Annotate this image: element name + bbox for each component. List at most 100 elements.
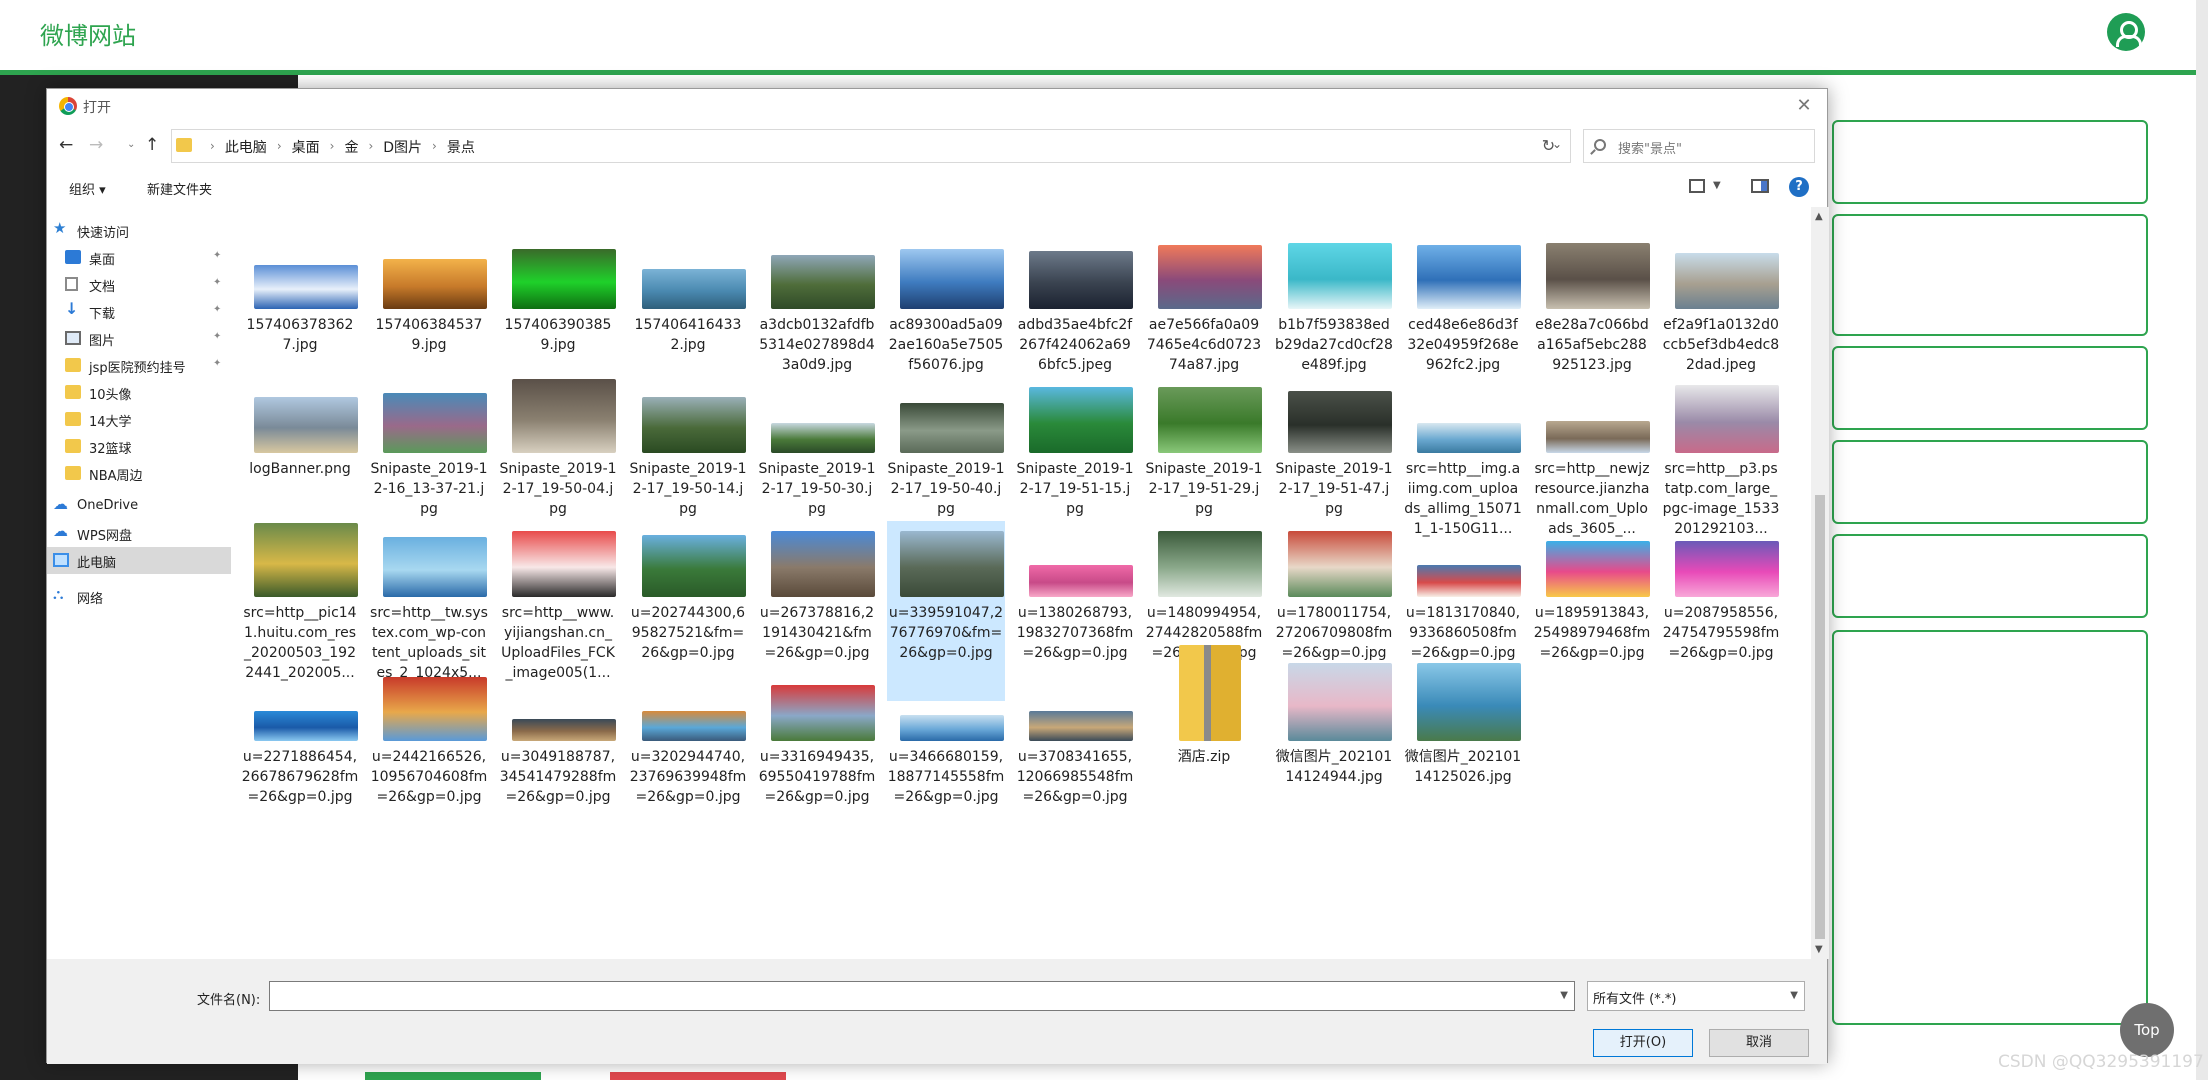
breadcrumb-item[interactable]: 此电脑 xyxy=(225,137,267,157)
nav-item[interactable]: 文档 ✦ xyxy=(47,271,231,298)
back-to-top-button[interactable]: Top xyxy=(2120,1003,2174,1057)
file-item[interactable]: u=3466680159,18877145558fm=26&gp=0.jpg xyxy=(887,665,1005,845)
search-input[interactable]: 搜索"景点" xyxy=(1618,138,1682,157)
pictures-icon xyxy=(65,331,81,345)
file-item[interactable]: u=2442166526,10956704608fm=26&gp=0.jpg xyxy=(370,665,488,845)
open-button[interactable]: 打开(O) xyxy=(1593,1029,1693,1057)
view-dropdown-icon[interactable]: ▼ xyxy=(1713,180,1721,191)
nav-item[interactable]: ☁ WPS网盘 xyxy=(47,520,231,547)
nav-item[interactable]: NBA周边 xyxy=(47,460,231,487)
pin-icon: ✦ xyxy=(213,250,222,261)
file-type-select[interactable]: 所有文件 (*.*) ▼ xyxy=(1587,981,1805,1011)
image-thumbnail xyxy=(771,531,875,597)
image-thumbnail xyxy=(1288,391,1392,453)
zip-folder-icon xyxy=(1179,645,1241,741)
view-options-icon[interactable] xyxy=(1689,179,1705,193)
file-name: u=1780011754,27206709808fm=26&gp=0.jpg xyxy=(1275,605,1393,661)
file-list-scrollbar[interactable]: ▲ ▼ xyxy=(1811,207,1829,959)
refresh-button[interactable]: ↻ xyxy=(1527,129,1571,163)
breadcrumb-item[interactable]: 景点 xyxy=(447,137,475,157)
user-avatar-icon[interactable] xyxy=(2107,13,2145,51)
preview-pane-icon[interactable] xyxy=(1751,179,1769,193)
content-card xyxy=(1832,346,2148,430)
nav-item-label: 网络 xyxy=(77,592,104,607)
file-item[interactable]: u=3708341655,12066985548fm=26&gp=0.jpg xyxy=(1016,665,1134,845)
file-name-input[interactable]: ▼ xyxy=(269,981,1575,1011)
nav-item[interactable]: ↓ 下载 ✦ xyxy=(47,298,231,325)
file-name: u=3049188787,34541479288fm=26&gp=0.jpg xyxy=(499,749,617,805)
image-thumbnail xyxy=(1029,387,1133,453)
back-arrow-icon[interactable]: ← xyxy=(59,135,73,155)
breadcrumb-item[interactable]: D图片 xyxy=(383,137,422,157)
image-thumbnail xyxy=(771,423,875,453)
image-thumbnail xyxy=(383,259,487,309)
help-icon[interactable]: ? xyxy=(1789,177,1809,197)
nav-item[interactable]: 10头像 xyxy=(47,379,231,406)
file-name: u=3466680159,18877145558fm=26&gp=0.jpg xyxy=(887,749,1005,805)
scroll-down-icon[interactable]: ▼ xyxy=(1815,944,1823,955)
scroll-up-icon[interactable]: ▲ xyxy=(1815,211,1823,222)
organize-menu[interactable]: 组织 ▾ xyxy=(69,179,106,198)
image-thumbnail xyxy=(1288,663,1392,741)
download-icon: ↓ xyxy=(65,299,79,318)
breadcrumb-item[interactable]: 金 xyxy=(344,137,358,157)
nav-item[interactable]: 图片 ✦ xyxy=(47,325,231,352)
forward-arrow-icon[interactable]: → xyxy=(89,135,103,155)
file-name: Snipaste_2019-12-17_19-51-15.jpg xyxy=(1016,461,1134,517)
nav-item[interactable]: ⛬ 网络 xyxy=(47,583,231,610)
chevron-right-icon[interactable]: › xyxy=(432,137,437,157)
nav-item[interactable]: ☁ OneDrive xyxy=(47,493,231,520)
file-item[interactable]: u=3316949435,69550419788fm=26&gp=0.jpg xyxy=(758,665,876,845)
nav-item-label: 下载 xyxy=(89,307,116,322)
folder-icon xyxy=(65,358,81,372)
chevron-right-icon[interactable]: › xyxy=(330,137,335,157)
content-card xyxy=(1832,120,2148,204)
nav-item-label: 文档 xyxy=(89,280,116,295)
recent-locations-icon[interactable]: ⌄ xyxy=(127,139,135,150)
breadcrumb-item[interactable]: 桌面 xyxy=(292,137,320,157)
file-name: u=2087958556,24754795598fm=26&gp=0.jpg xyxy=(1662,605,1780,661)
dialog-toolbar: 组织 ▾ 新建文件夹 ▼ ? xyxy=(47,171,1827,205)
file-name: u=1895913843,25498979468fm=26&gp=0.jpg xyxy=(1533,605,1651,661)
page-scrollbar[interactable] xyxy=(2196,0,2208,1080)
scrollbar-thumb[interactable] xyxy=(1815,495,1825,939)
search-box[interactable]: 搜索"景点" xyxy=(1583,129,1815,163)
image-thumbnail xyxy=(642,711,746,741)
watermark: CSDN @QQ3295391197 xyxy=(1998,1052,2204,1072)
chevron-right-icon[interactable]: › xyxy=(210,137,215,157)
cancel-button[interactable]: 取消 xyxy=(1709,1029,1809,1057)
image-thumbnail xyxy=(1029,251,1133,309)
open-file-dialog: 打开 ✕ ← → ⌄ ↑ › 此电脑 › 桌面 › 金 › D图片 › 景点 ⌄ ↻ 搜索"景点"… xyxy=(46,88,1829,1064)
image-thumbnail xyxy=(1417,245,1521,309)
nav-item-label: 32篮球 xyxy=(89,442,132,457)
nav-item[interactable]: 此电脑 xyxy=(47,547,231,574)
file-item[interactable]: u=3202944740,23769639948fm=26&gp=0.jpg xyxy=(629,665,747,845)
close-button[interactable]: ✕ xyxy=(1791,93,1817,119)
file-name: ef2a9f1a0132d0ccb5ef3db4edc82dad.jpeg xyxy=(1662,317,1780,373)
nav-item[interactable]: jsp医院预约挂号 ✦ xyxy=(47,352,231,379)
image-thumbnail xyxy=(1288,243,1392,309)
file-item[interactable]: 微信图片_20210114124944.jpg xyxy=(1275,663,1393,845)
nav-item[interactable]: ★ 快速访问 xyxy=(47,217,231,244)
file-item[interactable]: u=2087958556,24754795598fm=26&gp=0.jpg xyxy=(1662,521,1780,701)
chevron-down-icon[interactable]: ▼ xyxy=(1560,990,1568,1001)
chevron-right-icon[interactable]: › xyxy=(368,137,373,157)
file-item[interactable]: 微信图片_20210114125026.jpg xyxy=(1404,663,1522,845)
file-item[interactable]: u=3049188787,34541479288fm=26&gp=0.jpg xyxy=(499,665,617,845)
image-thumbnail xyxy=(900,715,1004,741)
new-folder-button[interactable]: 新建文件夹 xyxy=(147,179,212,198)
file-item[interactable]: 酒店.zip xyxy=(1145,645,1263,845)
onedrive-icon: ☁ xyxy=(53,495,68,513)
nav-item[interactable]: 桌面 ✦ xyxy=(47,244,231,271)
site-logo[interactable]: 微博网站 xyxy=(40,16,136,51)
file-item[interactable]: u=1895913843,25498979468fm=26&gp=0.jpg xyxy=(1533,521,1651,701)
address-bar[interactable]: › 此电脑 › 桌面 › 金 › D图片 › 景点 ⌄ xyxy=(171,129,1571,163)
nav-item-label: NBA周边 xyxy=(89,469,143,484)
chevron-right-icon[interactable]: › xyxy=(277,137,282,157)
up-arrow-icon[interactable]: ↑ xyxy=(145,135,159,155)
nav-item[interactable]: 32篮球 xyxy=(47,433,231,460)
nav-item[interactable]: 14大学 xyxy=(47,406,231,433)
file-item[interactable]: u=2271886454,26678679628fm=26&gp=0.jpg xyxy=(241,665,359,845)
network-icon: ⛬ xyxy=(53,585,64,603)
image-thumbnail xyxy=(1417,663,1521,741)
